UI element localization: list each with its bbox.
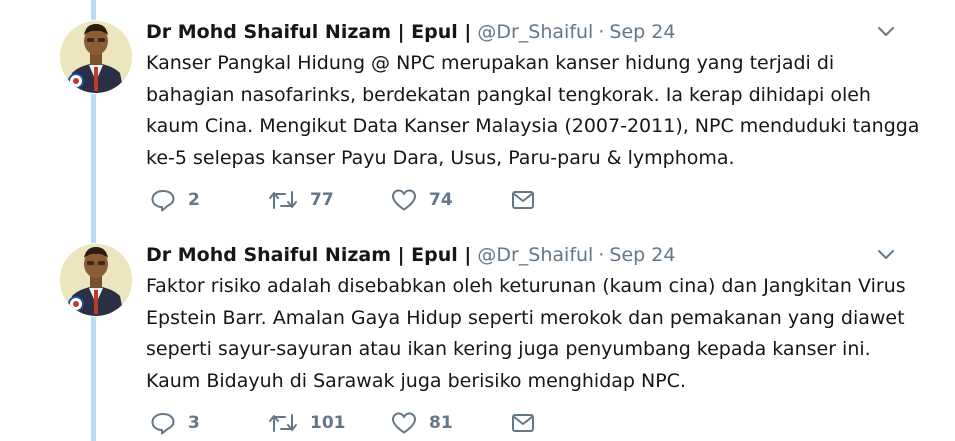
direct-message-icon	[512, 414, 534, 432]
like-count: 74	[429, 190, 453, 210]
tweet-text: Kanser Pangkal Hidung @ NPC merupakan ka…	[146, 48, 920, 174]
reply-button[interactable]: 2	[150, 188, 200, 212]
reply-icon	[151, 413, 175, 435]
reply-icon	[151, 190, 175, 212]
direct-message-button[interactable]	[511, 188, 535, 212]
tweet-header: Dr Mohd Shaiful Nizam | Epul | @Dr_Shaif…	[146, 18, 675, 46]
like-count: 81	[429, 413, 453, 433]
like-icon	[392, 412, 416, 434]
tweet-date[interactable]: Sep 24	[609, 244, 675, 266]
tweet-text-line: ke-5 selepas kanser Payu Dara, Usus, Par…	[146, 146, 735, 169]
tweet-header: Dr Mohd Shaiful Nizam | Epul | @Dr_Shaif…	[146, 241, 675, 269]
tweet-text: Faktor risiko adalah disebabkan oleh ket…	[146, 271, 916, 397]
header-separator: ·	[598, 244, 605, 266]
tweet-text-line: Kanser Pangkal Hidung @ NPC merupakan ka…	[146, 52, 835, 74]
direct-message-icon	[512, 191, 534, 209]
tweet-date[interactable]: Sep 24	[609, 21, 675, 43]
reply-button[interactable]: 3	[150, 411, 200, 435]
tweet-text-line: Kaum Bidayuh di Sarawak juga berisiko me…	[146, 369, 686, 392]
tweet-text-line: bahagian nasofarinks, berdekatan pangkal…	[146, 83, 871, 106]
author-handle[interactable]: @Dr_Shaiful	[477, 21, 593, 43]
author-name[interactable]: Dr Mohd Shaiful Nizam | Epul |	[146, 244, 471, 266]
like-button[interactable]: 74	[391, 188, 453, 212]
header-separator: ·	[598, 21, 605, 43]
like-button[interactable]: 81	[391, 411, 453, 435]
author-handle[interactable]: @Dr_Shaiful	[477, 244, 593, 266]
avatar[interactable]	[59, 243, 133, 317]
retweet-count: 77	[310, 190, 334, 210]
tweet-text-line: kaum Cina. Mengikut Data Kanser Malaysia…	[146, 115, 920, 137]
retweet-icon	[269, 191, 297, 209]
reply-count: 2	[188, 190, 200, 210]
avatar[interactable]	[59, 20, 133, 94]
retweet-button[interactable]: 101	[268, 411, 346, 435]
reply-count: 3	[188, 413, 200, 433]
retweet-count: 101	[310, 413, 346, 433]
retweet-button[interactable]: 77	[268, 188, 334, 212]
chevron-down-icon[interactable]	[876, 247, 896, 263]
retweet-icon	[269, 414, 297, 432]
tweet-text-line: seperti sayur-sayuran atau ikan kering j…	[146, 338, 871, 360]
author-name[interactable]: Dr Mohd Shaiful Nizam | Epul |	[146, 21, 471, 43]
direct-message-button[interactable]	[511, 411, 535, 435]
tweet-text-line: Faktor risiko adalah disebabkan oleh ket…	[146, 275, 906, 297]
tweet-text-line: Epstein Barr. Amalan Gaya Hidup seperti …	[146, 306, 905, 329]
chevron-down-icon[interactable]	[876, 24, 896, 40]
like-icon	[392, 189, 416, 211]
